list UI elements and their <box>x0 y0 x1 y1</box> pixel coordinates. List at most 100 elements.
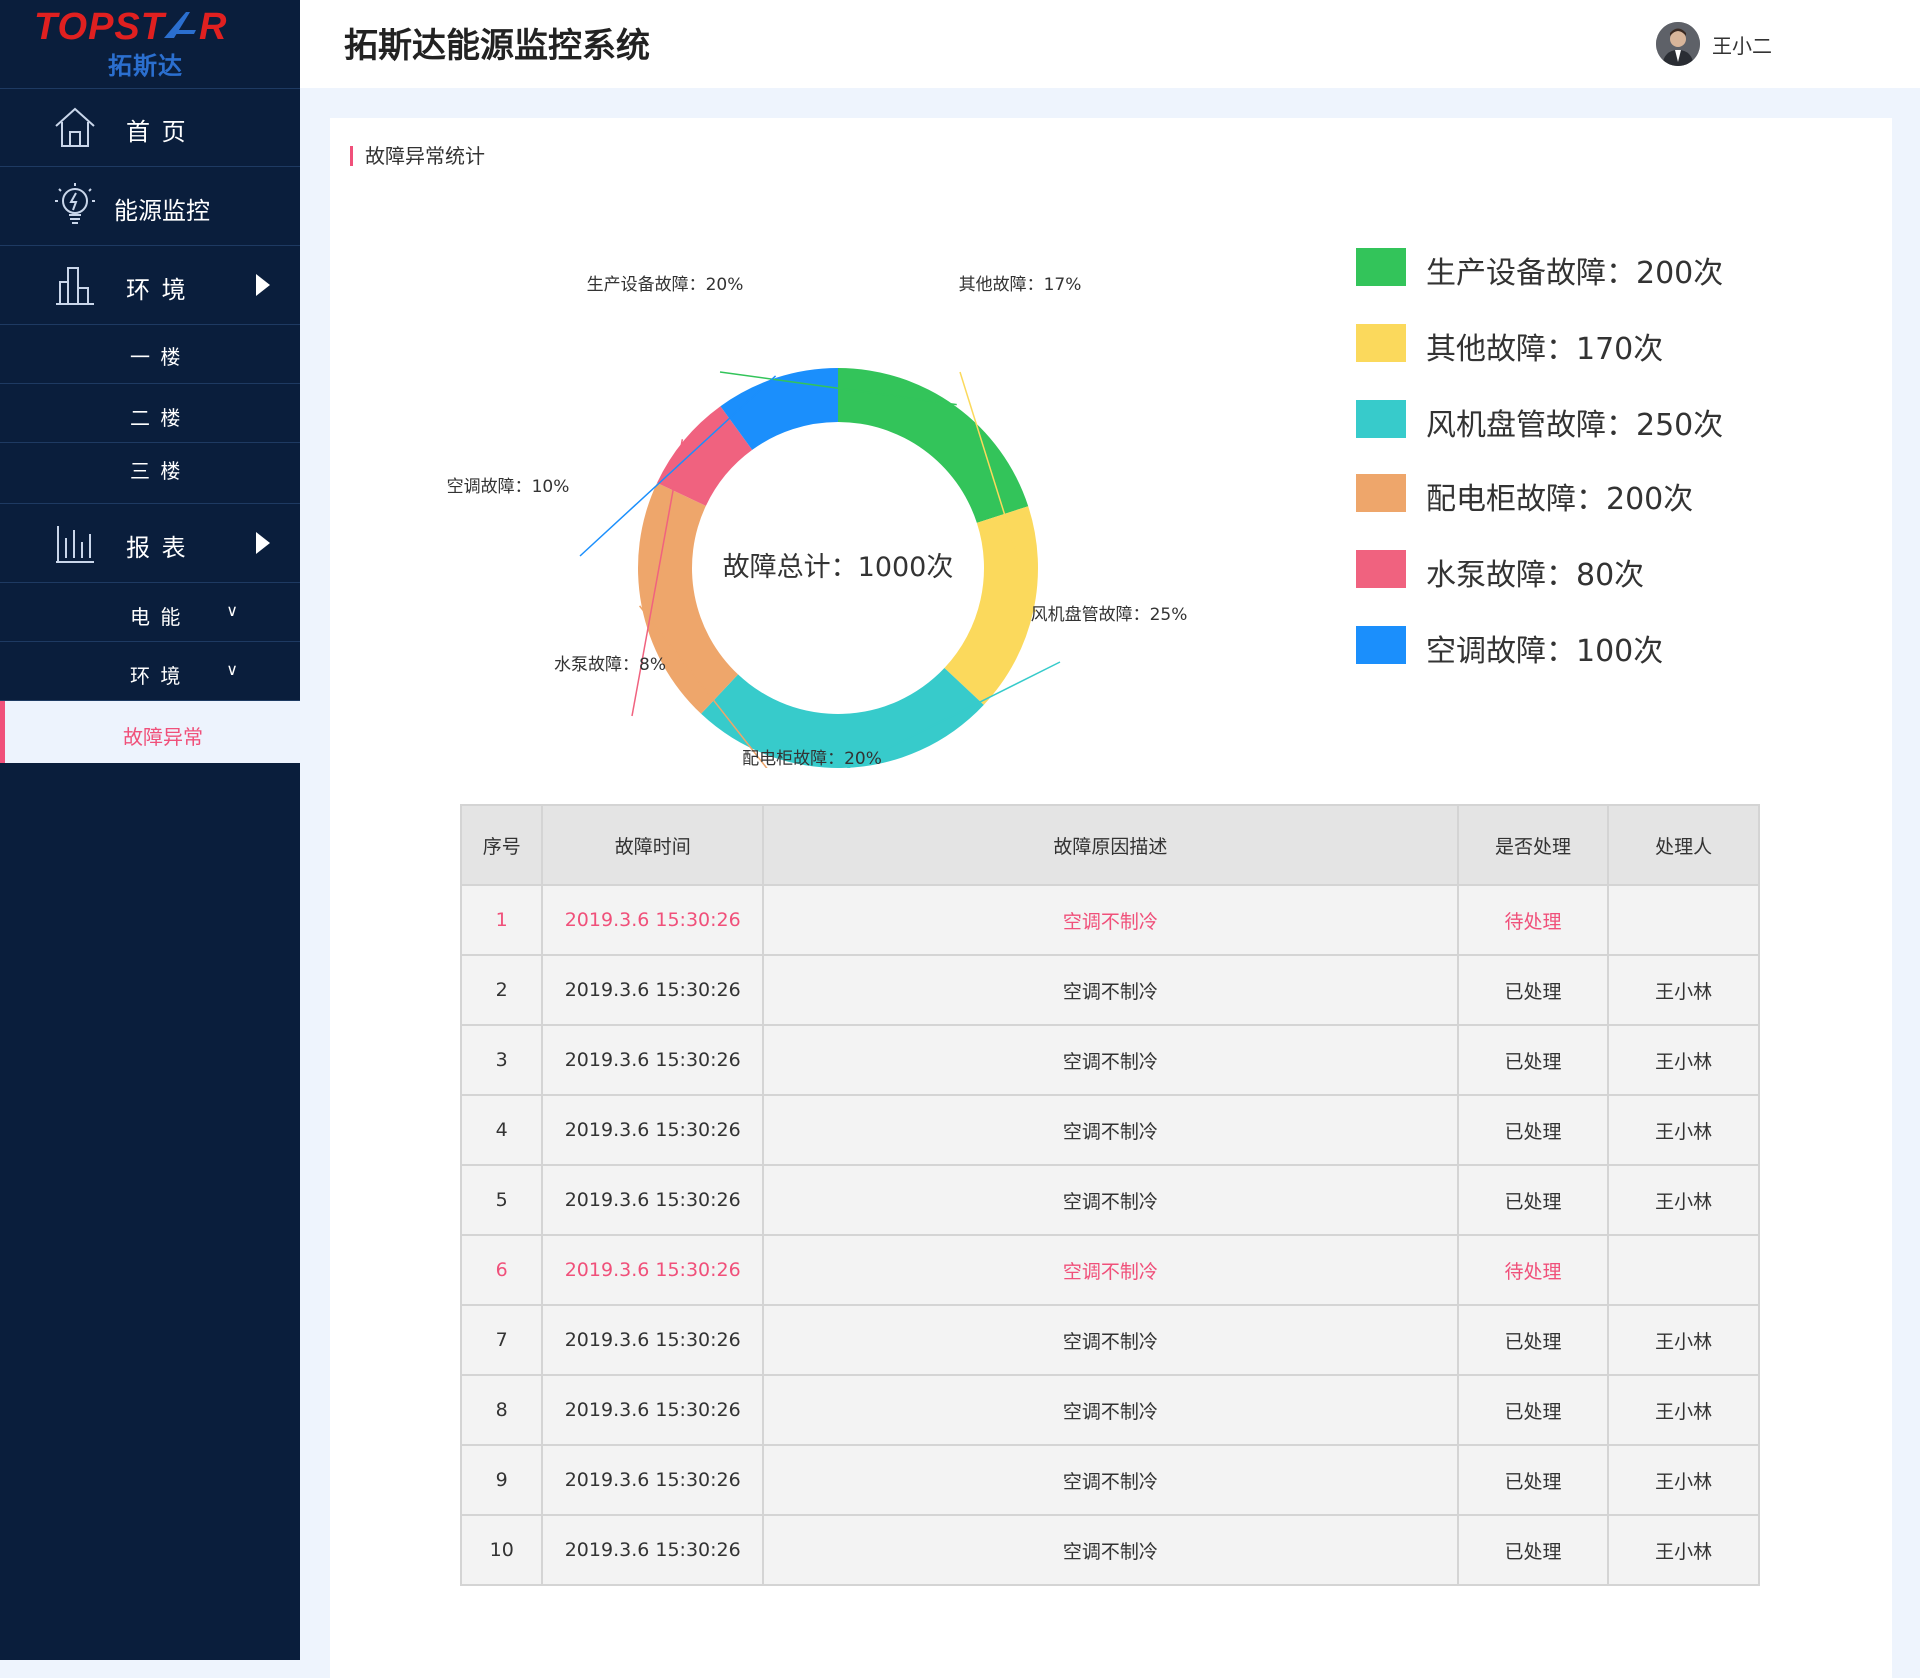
sidebar-item-floor-1[interactable]: 一 楼 <box>0 325 300 384</box>
table-cell: 6 <box>459 1234 544 1306</box>
table-cell: 2019.3.6 15:30:26 <box>541 954 764 1026</box>
user-name[interactable]: 王小二 <box>1712 30 1772 59</box>
legend-swatch <box>1356 248 1406 286</box>
col-header: 故障时间 <box>541 804 764 886</box>
table-cell: 空调不制冷 <box>762 884 1459 956</box>
table-cell: 已处理 <box>1456 1094 1610 1166</box>
table-cell: 空调不制冷 <box>762 1164 1459 1236</box>
sidebar-item-energy[interactable]: 能源监控 <box>0 167 300 246</box>
table-cell: 王小林 <box>1607 1514 1760 1586</box>
legend-swatch <box>1356 626 1406 664</box>
bulb-icon <box>55 183 95 224</box>
col-header: 处理人 <box>1607 804 1760 886</box>
logo-mark-icon <box>164 12 196 38</box>
table-row[interactable]: 9 2019.3.6 15:30:26 空调不制冷 已处理 王小林 <box>459 1444 1760 1516</box>
sidebar-item-label: 二 楼 <box>130 406 183 430</box>
table-cell: 空调不制冷 <box>762 1374 1459 1446</box>
table-cell: 王小林 <box>1607 954 1760 1026</box>
legend-swatch <box>1356 550 1406 588</box>
fault-donut-chart: 生产设备故障：20% 其他故障：17% 风机盘管故障：25% 配电柜故障：20% 水泵故… <box>447 275 1187 768</box>
table-cell: 2 <box>459 954 544 1026</box>
table-cell <box>1607 884 1760 956</box>
sidebar-item-label: 能源监控 <box>114 197 210 225</box>
slice-percent-label: 其他故障：17% <box>959 275 1082 295</box>
table-row[interactable]: 4 2019.3.6 15:30:26 空调不制冷 已处理 王小林 <box>459 1094 1760 1166</box>
table-cell: 已处理 <box>1456 1444 1610 1516</box>
table-cell: 3 <box>459 1024 544 1096</box>
fault-table: 序号 故障时间 故障原因描述 是否处理 处理人 1 2019.3.6 15:30:… <box>459 804 1760 1586</box>
slice-percent-label: 水泵故障：8% <box>554 655 666 675</box>
chart-center-label: 故障总计：1000次 <box>723 552 954 583</box>
legend-label: 配电柜故障：200次 <box>1426 482 1694 517</box>
avatar[interactable] <box>1656 22 1700 66</box>
chevron-down-icon: ∨ <box>226 601 238 620</box>
table-cell: 空调不制冷 <box>762 1234 1459 1306</box>
col-header: 故障原因描述 <box>762 804 1459 886</box>
table-row[interactable]: 8 2019.3.6 15:30:26 空调不制冷 已处理 王小林 <box>459 1374 1760 1446</box>
slice-percent-label: 空调故障：10% <box>447 477 570 497</box>
donut-slice[interactable] <box>944 506 1038 705</box>
table-cell: 空调不制冷 <box>762 1444 1459 1516</box>
building-icon <box>56 267 94 305</box>
table-cell: 9 <box>459 1444 544 1516</box>
sidebar-item-floor-3[interactable]: 三 楼 <box>0 443 300 504</box>
sidebar-item-label: 故障异常 <box>123 725 203 749</box>
table-row[interactable]: 5 2019.3.6 15:30:26 空调不制冷 已处理 王小林 <box>459 1164 1760 1236</box>
table-cell: 王小林 <box>1607 1304 1760 1376</box>
sidebar-item-environment[interactable]: 环 境 <box>0 246 300 325</box>
legend-label: 风机盘管故障：250次 <box>1426 408 1724 443</box>
page-title: 拓斯达能源监控系统 <box>344 26 650 66</box>
brand-logo[interactable]: TOPST R 拓斯达 <box>0 0 300 89</box>
col-header: 是否处理 <box>1456 804 1610 886</box>
sidebar: TOPST R 拓斯达 首 页 能源监控 环 境 一 楼 二 楼 三 楼 报 表… <box>0 0 300 1660</box>
legend-swatch <box>1356 324 1406 362</box>
chevron-down-icon: ∨ <box>226 660 238 679</box>
section-title: 故障异常统计 <box>350 146 485 166</box>
sidebar-item-label: 环 境 <box>130 664 183 688</box>
table-cell: 待处理 <box>1456 884 1610 956</box>
sidebar-item-label: 环 境 <box>126 276 188 304</box>
table-row[interactable]: 3 2019.3.6 15:30:26 空调不制冷 已处理 王小林 <box>459 1024 1760 1096</box>
table-row[interactable]: 1 2019.3.6 15:30:26 空调不制冷 待处理 <box>459 884 1760 956</box>
table-cell: 2019.3.6 15:30:26 <box>541 1304 764 1376</box>
caret-right-icon <box>256 274 270 296</box>
table-row[interactable]: 2 2019.3.6 15:30:26 空调不制冷 已处理 王小林 <box>459 954 1760 1026</box>
table-cell: 已处理 <box>1456 1164 1610 1236</box>
table-cell: 空调不制冷 <box>762 1094 1459 1166</box>
sidebar-item-label: 三 楼 <box>130 459 183 483</box>
table-cell: 王小林 <box>1607 1444 1760 1516</box>
table-cell: 2019.3.6 15:30:26 <box>541 1024 764 1096</box>
sidebar-item-label: 报 表 <box>126 534 188 562</box>
sidebar-item-env-report[interactable]: 环 境 ∨ <box>0 642 300 701</box>
top-header: 拓斯达能源监控系统 王小二 <box>300 0 1920 88</box>
table-cell: 待处理 <box>1456 1234 1610 1306</box>
table-cell: 空调不制冷 <box>762 1514 1459 1586</box>
sidebar-item-floor-2[interactable]: 二 楼 <box>0 384 300 443</box>
sidebar-item-label: 一 楼 <box>130 345 183 369</box>
table-row[interactable]: 10 2019.3.6 15:30:26 空调不制冷 已处理 王小林 <box>459 1514 1760 1586</box>
col-header: 序号 <box>459 804 544 886</box>
fault-stats-card: 故障异常统计 生产设备故障：20% 其他故障：17% 风机盘管故障：25% 配电柜故障… <box>330 118 1892 1678</box>
slice-percent-label: 配电柜故障：20% <box>742 749 882 768</box>
table-row[interactable]: 6 2019.3.6 15:30:26 空调不制冷 待处理 <box>459 1234 1760 1306</box>
table-cell: 5 <box>459 1164 544 1236</box>
sidebar-item-power[interactable]: 电 能 ∨ <box>0 583 300 642</box>
sidebar-item-label: 首 页 <box>126 118 188 146</box>
table-cell: 7 <box>459 1304 544 1376</box>
home-icon <box>55 107 95 147</box>
table-cell: 王小林 <box>1607 1094 1760 1166</box>
table-cell: 8 <box>459 1374 544 1446</box>
sidebar-item-fault[interactable]: 故障异常 <box>0 701 300 763</box>
sidebar-item-reports[interactable]: 报 表 <box>0 504 300 583</box>
table-cell: 王小林 <box>1607 1164 1760 1236</box>
sidebar-item-label: 电 能 <box>130 605 183 629</box>
table-cell: 2019.3.6 15:30:26 <box>541 1234 764 1306</box>
legend-swatch <box>1356 474 1406 512</box>
table-cell: 空调不制冷 <box>762 954 1459 1026</box>
table-row[interactable]: 7 2019.3.6 15:30:26 空调不制冷 已处理 王小林 <box>459 1304 1760 1376</box>
legend-label: 水泵故障：80次 <box>1426 558 1645 593</box>
table-cell: 1 <box>459 884 544 956</box>
table-cell: 王小林 <box>1607 1374 1760 1446</box>
sidebar-item-home[interactable]: 首 页 <box>0 88 300 167</box>
user-photo-icon <box>1656 22 1700 66</box>
